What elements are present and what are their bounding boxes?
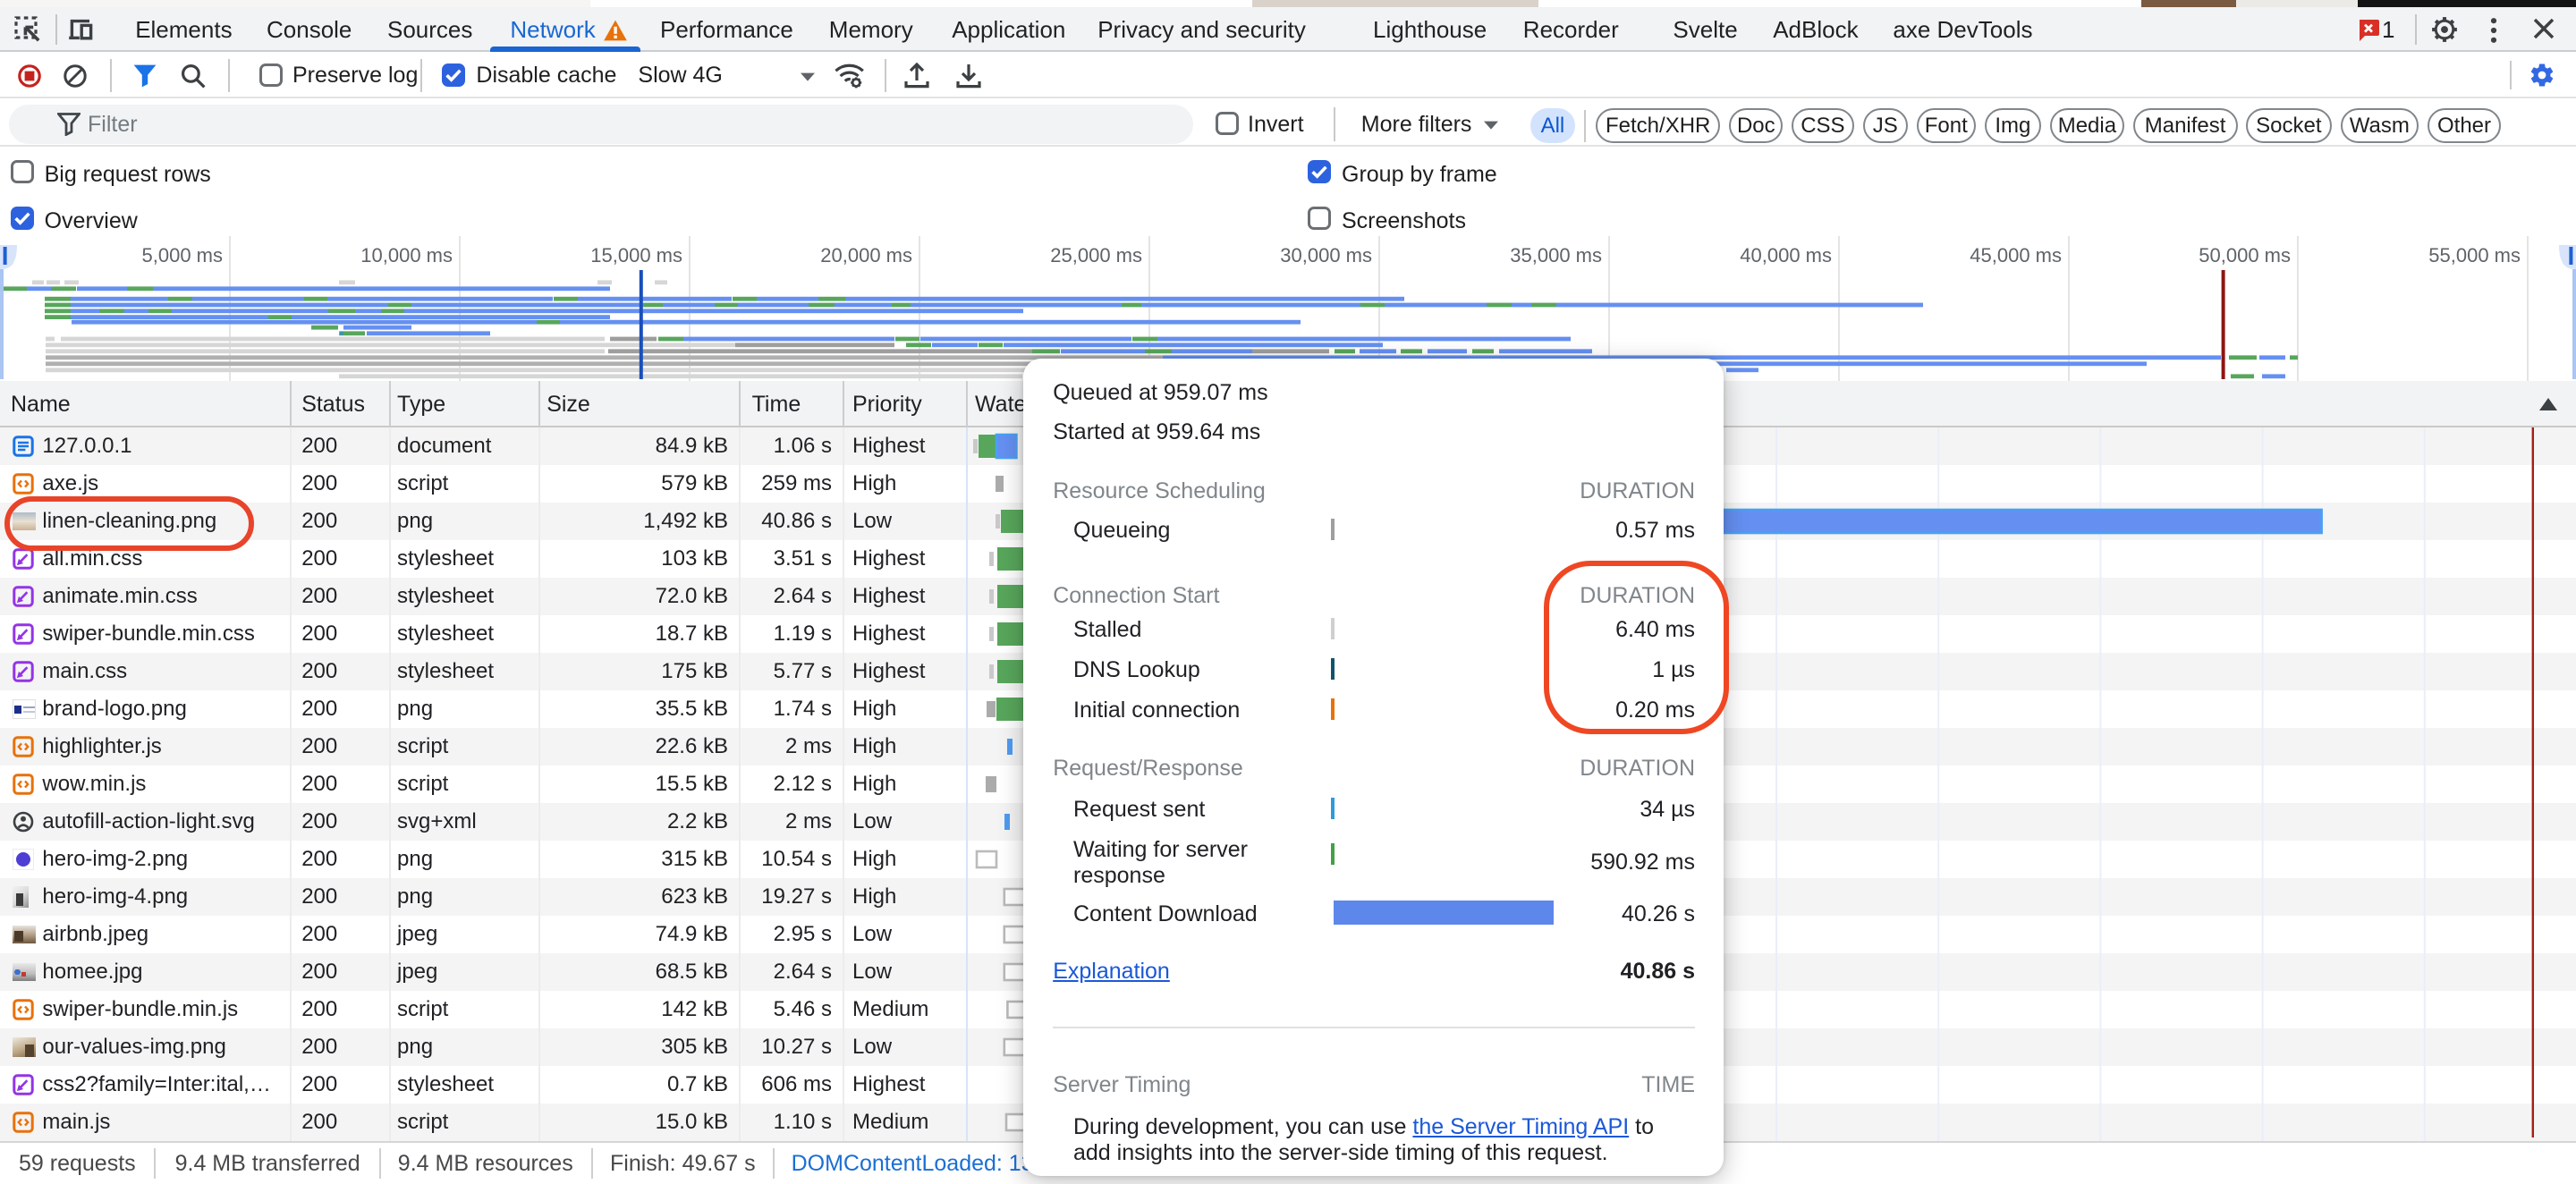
svg-text:55,000 ms: 55,000 ms — [2428, 244, 2521, 266]
svg-text:35,000 ms: 35,000 ms — [1510, 244, 1602, 266]
svg-text:15,000 ms: 15,000 ms — [590, 244, 682, 266]
svg-text:40,000 ms: 40,000 ms — [1740, 244, 1832, 266]
svg-text:25,000 ms: 25,000 ms — [1050, 244, 1142, 266]
svg-text:20,000 ms: 20,000 ms — [820, 244, 912, 266]
svg-text:50,000 ms: 50,000 ms — [2199, 244, 2291, 266]
svg-text:30,000 ms: 30,000 ms — [1280, 244, 1372, 266]
svg-text:45,000 ms: 45,000 ms — [1970, 244, 2062, 266]
svg-text:5,000 ms: 5,000 ms — [142, 244, 224, 266]
svg-text:10,000 ms: 10,000 ms — [360, 244, 453, 266]
